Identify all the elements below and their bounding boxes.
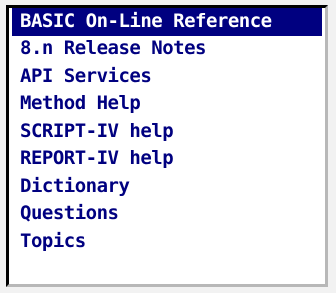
menu-item-api-services[interactable]: API Services: [12, 63, 322, 91]
menu-item-topics[interactable]: Topics: [12, 228, 322, 256]
help-menu-list: BASIC On-Line Reference 8.n Release Note…: [6, 5, 328, 287]
menu-item-questions[interactable]: Questions: [12, 200, 322, 228]
menu-item-dictionary[interactable]: Dictionary: [12, 173, 322, 201]
menu-item-release-notes[interactable]: 8.n Release Notes: [12, 35, 322, 63]
menu-item-report-iv-help[interactable]: REPORT-IV help: [12, 145, 322, 173]
menu-item-method-help[interactable]: Method Help: [12, 90, 322, 118]
menu-item-script-iv-help[interactable]: SCRIPT-IV help: [12, 118, 322, 146]
menu-item-basic-online-reference[interactable]: BASIC On-Line Reference: [12, 8, 322, 36]
help-menu-items: BASIC On-Line Reference 8.n Release Note…: [12, 8, 322, 256]
